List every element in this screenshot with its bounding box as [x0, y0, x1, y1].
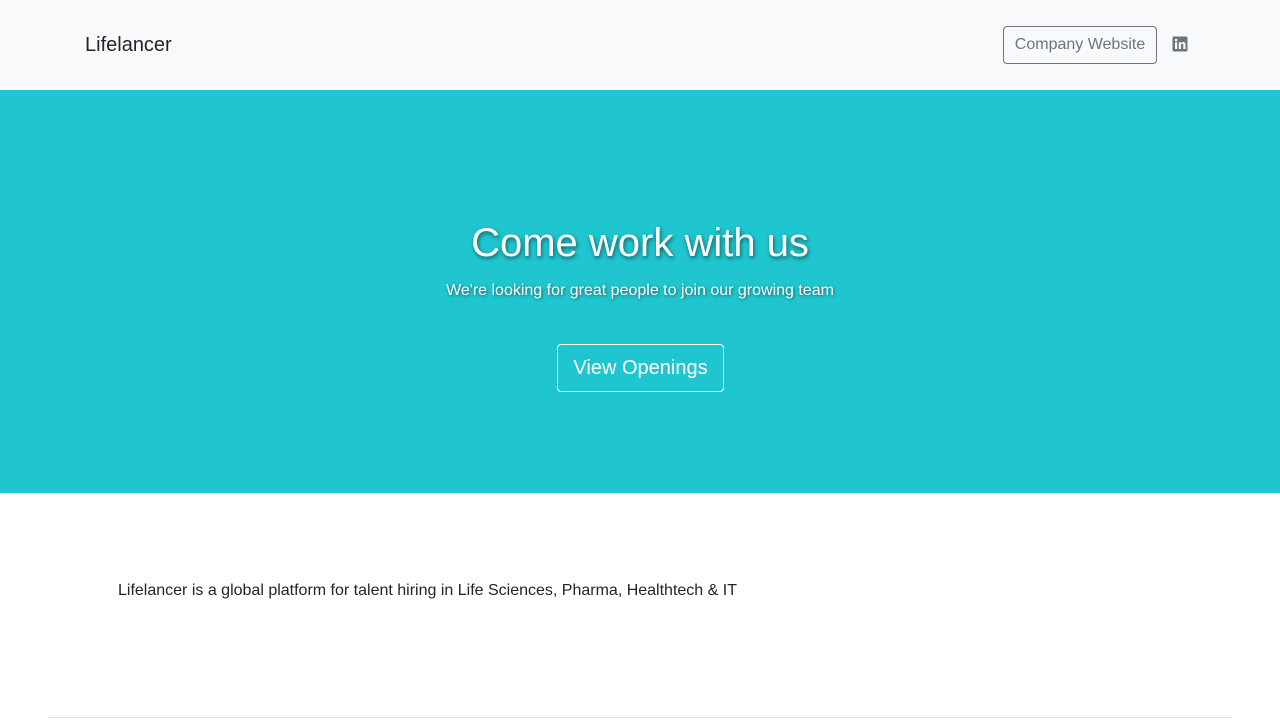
brand-logo-text[interactable]: Lifelancer	[85, 33, 172, 57]
view-openings-button[interactable]: View Openings	[557, 344, 724, 392]
hero-banner: Come work with us We're looking for grea…	[0, 90, 1280, 493]
section-divider	[48, 717, 1232, 718]
navbar: Lifelancer Company Website	[0, 0, 1280, 90]
linkedin-icon[interactable]	[1172, 36, 1188, 52]
company-description: Lifelancer is a global platform for tale…	[118, 582, 737, 599]
hero-title: Come work with us	[471, 221, 809, 265]
company-website-button[interactable]: Company Website	[1003, 26, 1157, 64]
hero-subtitle: We're looking for great people to join o…	[446, 282, 834, 299]
